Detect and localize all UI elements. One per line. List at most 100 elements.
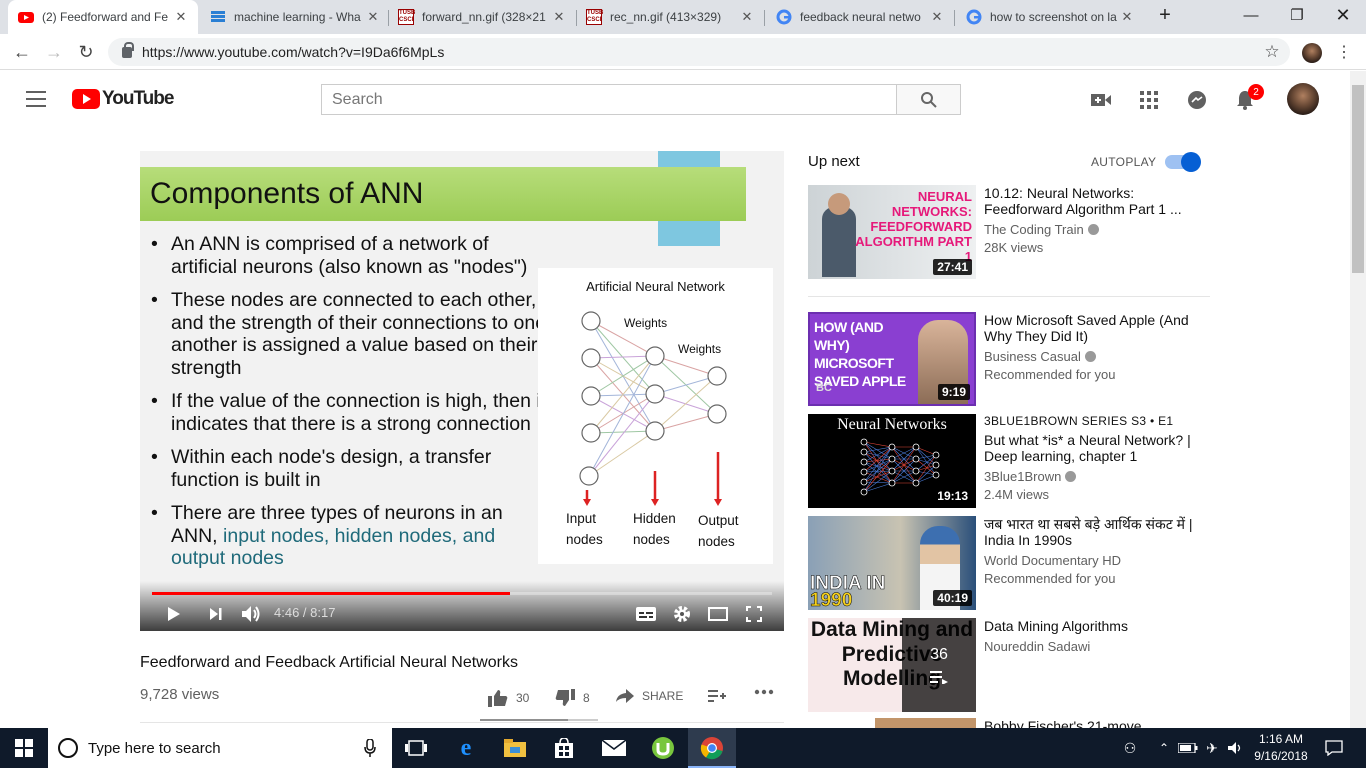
windows-taskbar: Type here to search e ⚇ ⌃ ✈ 1:16 AM 9/16/… [0,728,1366,768]
verified-check-icon [1065,471,1077,482]
create-video-icon[interactable] [1090,89,1112,111]
share-button[interactable]: SHARE [616,689,683,703]
close-icon[interactable]: ✕ [552,9,566,25]
slide-bullet: Within each node's design, a transfer fu… [150,446,550,491]
video-thumbnail[interactable]: Neural Networks 19:13 [808,414,976,508]
apps-grid-icon[interactable] [1138,89,1160,111]
usc-csci-favicon: TUSB CSCI [398,9,416,25]
reload-icon[interactable]: ↻ [74,40,98,64]
tab-rec-nn[interactable]: TUSB CSCI rec_nn.gif (413×329) ✕ [576,0,764,34]
volume-icon[interactable] [239,603,263,625]
tab-divider [764,10,765,26]
address-bar[interactable]: https://www.youtube.com/watch?v=I9Da6f6M… [108,38,1290,66]
list-item[interactable]: Bobby Fischer's 21-move [808,718,1208,728]
video-thumbnail[interactable]: NEURAL NETWORKS: FEEDFORWARD ALGORITHM P… [808,185,976,279]
output-node [707,366,727,386]
verified-check-icon [1087,224,1099,235]
messages-icon[interactable] [1186,89,1208,111]
tab-youtube[interactable]: (2) Feedforward and Fe ✕ [8,0,198,34]
chrome-taskbar-button[interactable] [688,728,736,768]
play-icon[interactable] [162,603,186,625]
autoplay-toggle[interactable] [1165,152,1201,172]
theater-mode-icon[interactable] [706,603,730,625]
page-scrollbar[interactable] [1350,71,1366,728]
video-info: 10.12: Neural Networks: Feedforward Algo… [984,185,1194,257]
taskbar-search-input[interactable]: Type here to search [48,728,392,768]
notification-count-badge: 2 [1248,84,1264,100]
store-icon[interactable] [552,736,576,760]
battery-icon[interactable] [1176,736,1200,760]
network-node [912,443,920,451]
thumbnail-corner-text: BC [816,382,832,394]
list-item[interactable]: NEURAL NETWORKS: FEEDFORWARD ALGORITHM P… [808,185,1208,279]
network-icon[interactable]: ✈ [1200,736,1224,760]
system-clock[interactable]: 1:16 AM 9/16/2018 [1252,731,1310,765]
close-icon[interactable]: ✕ [930,9,944,25]
account-avatar[interactable] [1287,83,1319,115]
playlist-thumbnail[interactable]: Data Mining and Predictive Modelling 36 [808,618,976,712]
search-input[interactable]: Search [321,84,897,115]
like-button[interactable]: 30 [488,689,529,707]
arrow-head [714,499,722,506]
url-text: https://www.youtube.com/watch?v=I9Da6f6M… [142,44,445,60]
volume-icon[interactable] [1224,736,1248,760]
mail-icon[interactable] [602,736,626,760]
like-count: 30 [516,691,530,705]
search-button[interactable] [896,84,961,115]
video-meta: 28K views [984,240,1044,255]
action-center-icon[interactable] [1322,736,1346,760]
video-thumbnail[interactable]: HOW (AND WHY) MICROSOFT SAVED APPLE BC 9… [808,312,976,406]
tab-stackexchange[interactable]: machine learning - Wha ✕ [200,0,390,34]
hamburger-menu-icon[interactable] [26,91,46,107]
settings-gear-icon[interactable] [670,603,694,625]
close-window-button[interactable]: ✕ [1320,0,1366,30]
edge-browser-icon[interactable]: e [454,735,478,761]
video-thumbnail[interactable]: INDIA IN 1990 40:19 [808,516,976,610]
tab-forward-nn[interactable]: TUSB CSCI forward_nn.gif (328×21 ✕ [388,0,576,34]
dislike-button[interactable]: 8 [555,689,590,707]
next-video-icon[interactable] [204,603,228,625]
slide-bullets: An ANN is comprised of a network of arti… [150,233,550,581]
duration-badge: 9:19 [937,384,970,400]
subtitles-icon[interactable] [634,603,658,625]
file-explorer-icon[interactable] [503,736,527,760]
forward-arrow-icon[interactable]: → [42,40,66,64]
network-edge [863,470,893,473]
save-to-playlist-button[interactable] [708,689,734,703]
close-icon[interactable]: ✕ [366,9,380,25]
more-actions-icon[interactable] [754,689,782,695]
utorrent-icon[interactable] [651,736,675,760]
minimize-button[interactable]: — [1228,0,1274,30]
toggle-knob [1181,152,1201,172]
task-view-icon[interactable] [404,736,428,760]
video-player[interactable]: Components of ANN An ANN is comprised of… [140,151,784,631]
windows-start-icon[interactable] [12,736,36,760]
close-icon[interactable]: ✕ [1120,9,1134,25]
scrollbar-thumb[interactable] [1352,85,1364,273]
fullscreen-icon[interactable] [742,603,766,625]
tab-google-screenshot[interactable]: how to screenshot on la ✕ [956,0,1144,34]
divider [140,722,784,723]
people-icon[interactable]: ⚇ [1118,736,1142,760]
back-arrow-icon[interactable]: ← [10,40,34,64]
tab-google-feedback[interactable]: feedback neural netwo ✕ [766,0,954,34]
restore-button[interactable]: ❐ [1274,0,1320,30]
youtube-logo[interactable]: YouTube [72,88,174,110]
weight-edge [590,355,656,397]
chrome-profile-avatar[interactable] [1302,43,1322,63]
list-item[interactable]: INDIA IN 1990 40:19 जब भारत था सबसे बड़े… [808,516,1208,610]
chrome-menu-icon[interactable]: ⋮ [1332,40,1356,64]
close-icon[interactable]: ✕ [174,9,188,25]
progress-bar[interactable] [152,592,772,595]
ann-diagram: Artificial Neural Network Weights Weight… [538,268,773,564]
list-item[interactable]: HOW (AND WHY) MICROSOFT SAVED APPLE BC 9… [808,312,1208,406]
list-item[interactable]: Data Mining and Predictive Modelling 36 … [808,618,1208,712]
list-item[interactable]: Neural Networks 19:13 3BLUE1BROWN SERIES… [808,414,1208,508]
time-display: 4:46 / 8:17 [274,605,336,620]
new-tab-button[interactable]: + [1150,0,1180,30]
show-hidden-icons-chevron[interactable]: ⌃ [1152,736,1176,760]
microphone-icon[interactable] [364,738,376,761]
video-thumbnail[interactable] [808,718,976,728]
close-icon[interactable]: ✕ [740,9,754,25]
bookmark-star-icon[interactable]: ☆ [1260,40,1284,64]
